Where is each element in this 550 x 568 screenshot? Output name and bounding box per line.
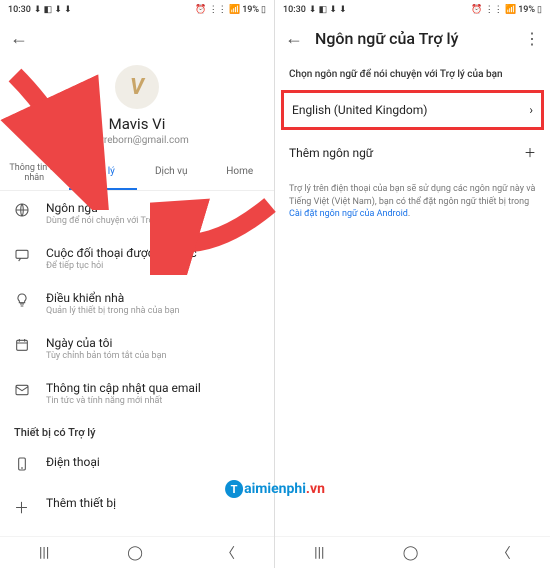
devices-header: Thiết bị có Trợ lý <box>0 416 274 445</box>
nav-back-r[interactable]: 〈 <box>497 543 511 563</box>
more-button[interactable]: ⋮ <box>524 29 540 48</box>
nav-back[interactable]: 〈 <box>221 543 235 563</box>
status-time-r: 10:30 <box>283 5 306 15</box>
status-icons-left-r: ⬇ ◧ ⬇ ⬇ <box>309 5 347 15</box>
info-link[interactable]: Cài đặt ngôn ngữ của Android <box>289 209 408 219</box>
watermark-brand: aimienphi <box>244 481 306 497</box>
mail-icon <box>14 382 32 402</box>
header-left: ← <box>0 20 274 57</box>
status-icons-right-r: ⏰ ⋮⋮ 📶 <box>471 5 516 15</box>
item-email-updates[interactable]: Thông tin cập nhật qua email Tin tức và … <box>0 371 274 416</box>
tab-home[interactable]: Home <box>206 158 275 190</box>
profile-section: V Mavis Vi htlwreborn@gmail.com <box>0 57 274 152</box>
status-time: 10:30 <box>8 5 31 15</box>
plus-icon-r: ＋ <box>524 144 536 161</box>
nav-home[interactable]: ◯ <box>127 545 143 561</box>
globe-icon <box>14 202 32 222</box>
item-day-sub: Tùy chỉnh bản tóm tắt của bạn <box>46 351 260 361</box>
item-conversation[interactable]: Cuộc đối thoại được tiếp tục Để tiếp tục… <box>0 236 274 281</box>
tab-assistant[interactable]: Trợ lý <box>69 158 138 190</box>
bulb-icon <box>14 292 32 312</box>
info-text-a: Trợ lý trên điện thoại của bạn sẽ sử dụn… <box>289 184 535 207</box>
avatar[interactable]: V <box>115 65 159 109</box>
status-battery: 19% <box>242 5 259 15</box>
nav-recent[interactable]: ||| <box>39 545 49 561</box>
item-conversation-sub: Để tiếp tục hỏi <box>46 261 260 271</box>
status-icons-right: ⏰ ⋮⋮ 📶 <box>195 5 240 15</box>
status-icons-left: ⬇ ◧ ⬇ ⬇ <box>34 5 72 15</box>
chat-icon <box>14 247 32 267</box>
item-day-title: Ngày của tôi <box>46 336 260 350</box>
chevron-right-icon: › <box>529 103 533 117</box>
nav-bar-right: ||| ◯ 〈 <box>275 536 550 568</box>
nav-recent-r[interactable]: ||| <box>314 545 324 561</box>
item-language[interactable]: Ngôn ngữ Dùng để nói chuyện với Trợ lý <box>0 191 274 236</box>
status-bar-r: 10:30 ⬇ ◧ ⬇ ⬇ ⏰ ⋮⋮ 📶 19% ▯ <box>275 0 550 20</box>
watermark-suffix: .vn <box>306 481 325 497</box>
language-prompt: Chọn ngôn ngữ để nói chuyện với Trợ lý c… <box>275 57 550 88</box>
tab-personal[interactable]: Thông tin cá nhân <box>0 158 69 190</box>
tabs: Thông tin cá nhân Trợ lý Dịch vụ Home <box>0 158 274 191</box>
battery-icon: ▯ <box>261 5 266 15</box>
info-text-b: . <box>408 209 410 219</box>
add-language-row[interactable]: Thêm ngôn ngữ ＋ <box>275 132 550 173</box>
language-selected-label: English (United Kingdom) <box>292 103 427 117</box>
battery-icon-r: ▯ <box>537 5 542 15</box>
calendar-icon <box>14 337 32 357</box>
watermark: Taimienphi.vn <box>225 480 325 498</box>
header-right: ← Ngôn ngữ của Trợ lý ⋮ <box>275 20 550 57</box>
item-home-sub: Quản lý thiết bị trong nhà của bạn <box>46 306 260 316</box>
profile-name: Mavis Vi <box>0 115 274 133</box>
add-language-label: Thêm ngôn ngữ <box>289 146 373 160</box>
item-home-control[interactable]: Điều khiển nhà Quản lý thiết bị trong nh… <box>0 281 274 326</box>
back-button[interactable]: ← <box>10 28 28 49</box>
back-button-r[interactable]: ← <box>285 28 303 49</box>
language-info: Trợ lý trên điện thoại của bạn sẽ sử dụn… <box>275 173 550 231</box>
profile-email: htlwreborn@gmail.com <box>0 135 274 146</box>
nav-bar-left: ||| ◯ 〈 <box>0 536 274 568</box>
watermark-badge: T <box>225 480 243 498</box>
item-language-title: Ngôn ngữ <box>46 201 260 215</box>
item-conversation-title: Cuộc đối thoại được tiếp tục <box>46 246 260 260</box>
language-selected-row[interactable]: English (United Kingdom) › <box>281 90 544 130</box>
phone-icon <box>14 456 32 476</box>
item-mail-sub: Tin tức và tính năng mới nhất <box>46 396 260 406</box>
status-battery-r: 19% <box>518 5 535 15</box>
nav-home-r[interactable]: ◯ <box>403 545 419 561</box>
device-phone-label: Điện thoại <box>46 455 260 469</box>
status-bar: 10:30 ⬇ ◧ ⬇ ⬇ ⏰ ⋮⋮ 📶 19% ▯ <box>0 0 274 20</box>
item-mail-title: Thông tin cập nhật qua email <box>46 381 260 395</box>
page-title: Ngôn ngữ của Trợ lý <box>315 29 512 48</box>
plus-icon: ＋ <box>14 497 32 518</box>
item-my-day[interactable]: Ngày của tôi Tùy chỉnh bản tóm tắt của b… <box>0 326 274 371</box>
item-home-title: Điều khiển nhà <box>46 291 260 305</box>
tab-services[interactable]: Dịch vụ <box>137 158 206 190</box>
item-language-sub: Dùng để nói chuyện với Trợ lý <box>46 216 260 226</box>
